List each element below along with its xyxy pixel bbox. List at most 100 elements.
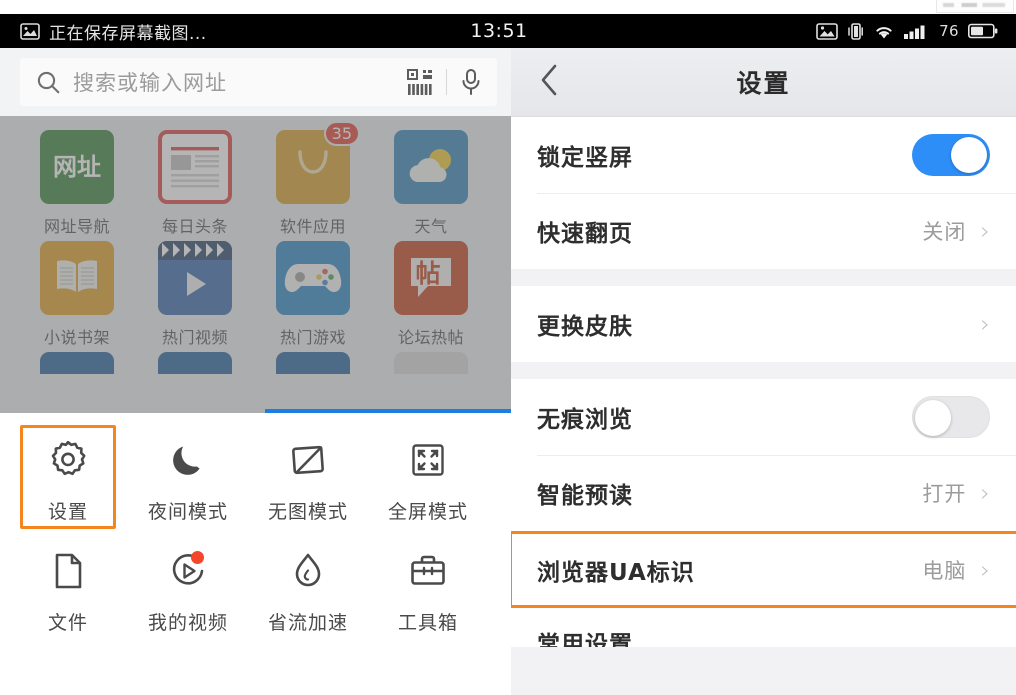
setting-control: 电脑 › [922,555,990,585]
settings-group-3: 无痕浏览 智能预读 打开 › 浏览器UA标识 电脑 › 常用设置 [511,379,1016,647]
shortcut-row-3-partial [0,352,511,374]
setting-row-smart-preload[interactable]: 智能预读 打开 › [511,455,1016,531]
status-bar: 正在保存屏幕截图... 13:51 76 [0,14,1016,48]
menu-item-data-saver[interactable]: 省流加速 [248,534,368,645]
shortcut-forum-posts[interactable]: 帖 论坛热帖 [372,241,490,348]
shortcut-partial[interactable] [254,352,372,374]
menu-item-label: 我的视频 [147,612,228,634]
document-icon [47,548,89,594]
menu-item-label: 无图模式 [267,501,348,523]
setting-row-incognito[interactable]: 无痕浏览 [511,379,1016,455]
search-divider [446,69,447,95]
settings-group-1: 锁定竖屏 快速翻页 关闭 › [511,117,1016,269]
qrcode-scan-icon[interactable] [407,68,434,96]
search-input[interactable]: 搜索或输入网址 [20,58,497,106]
setting-control: 打开 › [922,478,990,508]
setting-row-browser-ua[interactable]: 浏览器UA标识 电脑 › [511,531,1016,608]
toggle-knob [915,400,951,436]
setting-row-change-skin[interactable]: 更换皮肤 › [511,286,1016,362]
fullscreen-icon [407,437,449,483]
battery-percent-label: 76 [939,22,959,40]
menu-item-fullscreen-mode[interactable]: 全屏模式 [368,423,488,534]
image-icon [816,22,838,40]
status-bar-indicators: 76 [816,22,1016,41]
menu-item-settings[interactable]: 设置 [8,423,128,534]
toggle-switch[interactable] [912,396,990,438]
tile-text: 帖 [415,259,441,288]
shortcut-label: 论坛热帖 [397,328,464,347]
shortcut-label: 每日头条 [161,217,228,236]
setting-row-quick-page-turn[interactable]: 快速翻页 关闭 › [511,193,1016,269]
shortcut-row-1: 网址 网址导航 每日头条 35 软件应用 天气 [0,121,511,237]
menu-item-toolbox[interactable]: 工具箱 [368,534,488,645]
menu-row-1: 设置 夜间模式 无图模式 全屏模式 [0,423,511,534]
group-spacer [511,269,1016,286]
screen-root: 正在保存屏幕截图... 13:51 76 搜索或输入网址 网址 网址导航 每日头… [0,0,1016,695]
wifi-icon [873,23,895,40]
shortcut-label: 小说书架 [43,328,110,347]
toggle-knob [951,137,987,173]
menu-item-label: 省流加速 [267,612,348,634]
shortcut-novel-shelf[interactable]: 小说书架 [18,241,136,348]
setting-row-lock-portrait[interactable]: 锁定竖屏 [511,117,1016,193]
battery-icon [968,23,998,39]
group-spacer [511,362,1016,379]
shortcut-partial[interactable] [18,352,136,374]
settings-panel: 设置 锁定竖屏 快速翻页 关闭 › 更换皮肤 › 无痕浏览 智能预读 打开 › … [511,48,1016,695]
search-bar-container: 搜索或输入网址 [0,48,511,116]
chevron-right-icon: › [980,555,990,584]
microphone-icon[interactable] [459,68,483,96]
clapperboard-play-icon [158,241,232,315]
toggle-switch[interactable] [912,134,990,176]
shortcut-partial[interactable] [136,352,254,374]
search-placeholder: 搜索或输入网址 [73,71,227,95]
moon-icon [167,437,209,483]
menu-item-night-mode[interactable]: 夜间模式 [128,423,248,534]
shortcut-app-store[interactable]: 35 软件应用 [254,121,372,237]
shortcut-row-2: 小说书架 热门视频 热门游戏 帖 论坛热帖 [0,241,511,348]
setting-label: 快速翻页 [537,221,633,247]
browser-menu-panel: 设置 夜间模式 无图模式 全屏模式 文件 我的视频 省流加速 工具箱 [0,413,511,695]
chevron-right-icon: › [980,310,990,338]
setting-control [912,396,990,438]
water-drop-icon [287,548,329,594]
setting-control: › [980,312,990,336]
no-image-icon [287,437,329,483]
open-book-icon [40,241,114,315]
shortcut-website-nav[interactable]: 网址 网址导航 [18,130,136,237]
setting-label: 常用设置 [537,632,633,647]
menu-item-label: 文件 [47,612,88,634]
vibrate-icon [847,22,864,41]
page-progress-indicator [265,409,511,413]
shortcut-label: 热门游戏 [279,328,346,347]
notification-dot [191,551,204,564]
toolbox-icon [407,548,449,594]
menu-item-no-image-mode[interactable]: 无图模式 [248,423,368,534]
shortcut-label: 天气 [414,217,448,236]
setting-value: 打开 [922,482,967,506]
shortcut-label: 网址导航 [43,217,110,236]
page-title: 设置 [736,69,791,98]
app-bag-icon: 35 [276,121,360,204]
shortcut-daily-headlines[interactable]: 每日头条 [136,130,254,237]
website-nav-icon: 网址 [40,130,114,204]
shortcut-hot-videos[interactable]: 热门视频 [136,241,254,348]
setting-row-clipped[interactable]: 常用设置 [511,607,1016,647]
gear-icon [47,437,89,483]
menu-item-label: 夜间模式 [147,501,228,523]
menu-item-files[interactable]: 文件 [8,534,128,645]
browser-panel: 搜索或输入网址 网址 网址导航 每日头条 35 软件应用 天气 小说书架 热门视… [0,48,511,695]
shortcut-label: 热门视频 [161,328,228,347]
chevron-right-icon: › [980,217,990,245]
forum-post-icon: 帖 [394,241,468,315]
newspaper-icon [158,130,232,204]
shortcut-weather[interactable]: 天气 [372,130,490,237]
screen-edge-artifact [936,0,1014,13]
menu-item-label: 工具箱 [397,612,458,634]
weather-cloud-sun-icon [394,130,468,204]
gamepad-icon [276,241,350,315]
setting-control [912,134,990,176]
shortcut-partial[interactable] [372,352,490,374]
menu-item-my-videos[interactable]: 我的视频 [128,534,248,645]
shortcut-hot-games[interactable]: 热门游戏 [254,241,372,348]
